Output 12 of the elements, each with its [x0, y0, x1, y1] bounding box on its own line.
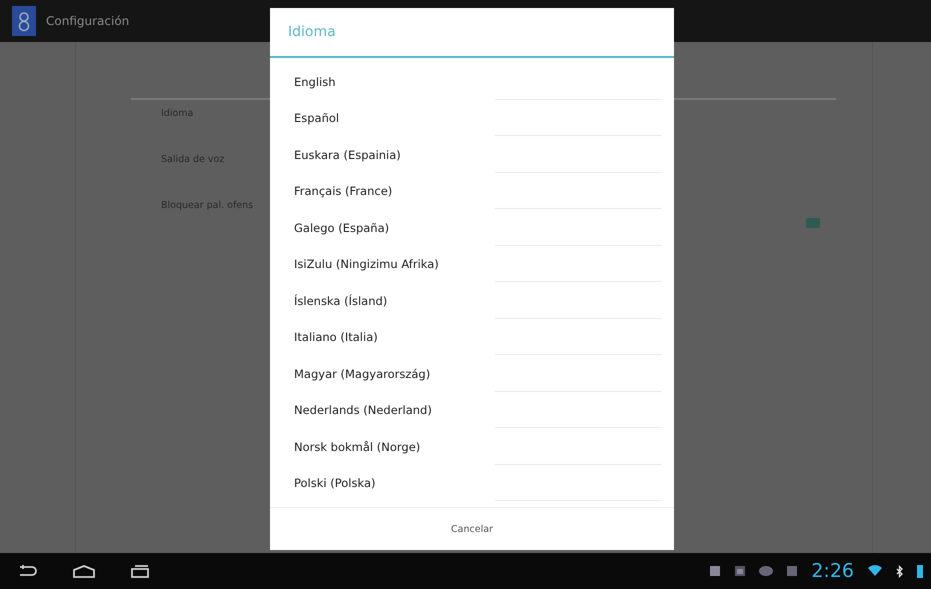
recent-apps-icon[interactable]	[130, 563, 150, 579]
app-logo-icon[interactable]	[12, 6, 36, 36]
battery-icon	[917, 564, 923, 578]
bluetooth-icon	[896, 564, 903, 578]
clock: 2:26	[811, 560, 854, 582]
back-icon[interactable]	[18, 564, 38, 578]
wifi-icon	[868, 565, 882, 577]
app-title: Configuración	[46, 14, 130, 28]
dialog-title: Idioma	[270, 8, 674, 58]
checkbox[interactable]	[806, 218, 820, 228]
home-icon[interactable]	[72, 564, 96, 578]
chat-icon	[759, 566, 774, 576]
